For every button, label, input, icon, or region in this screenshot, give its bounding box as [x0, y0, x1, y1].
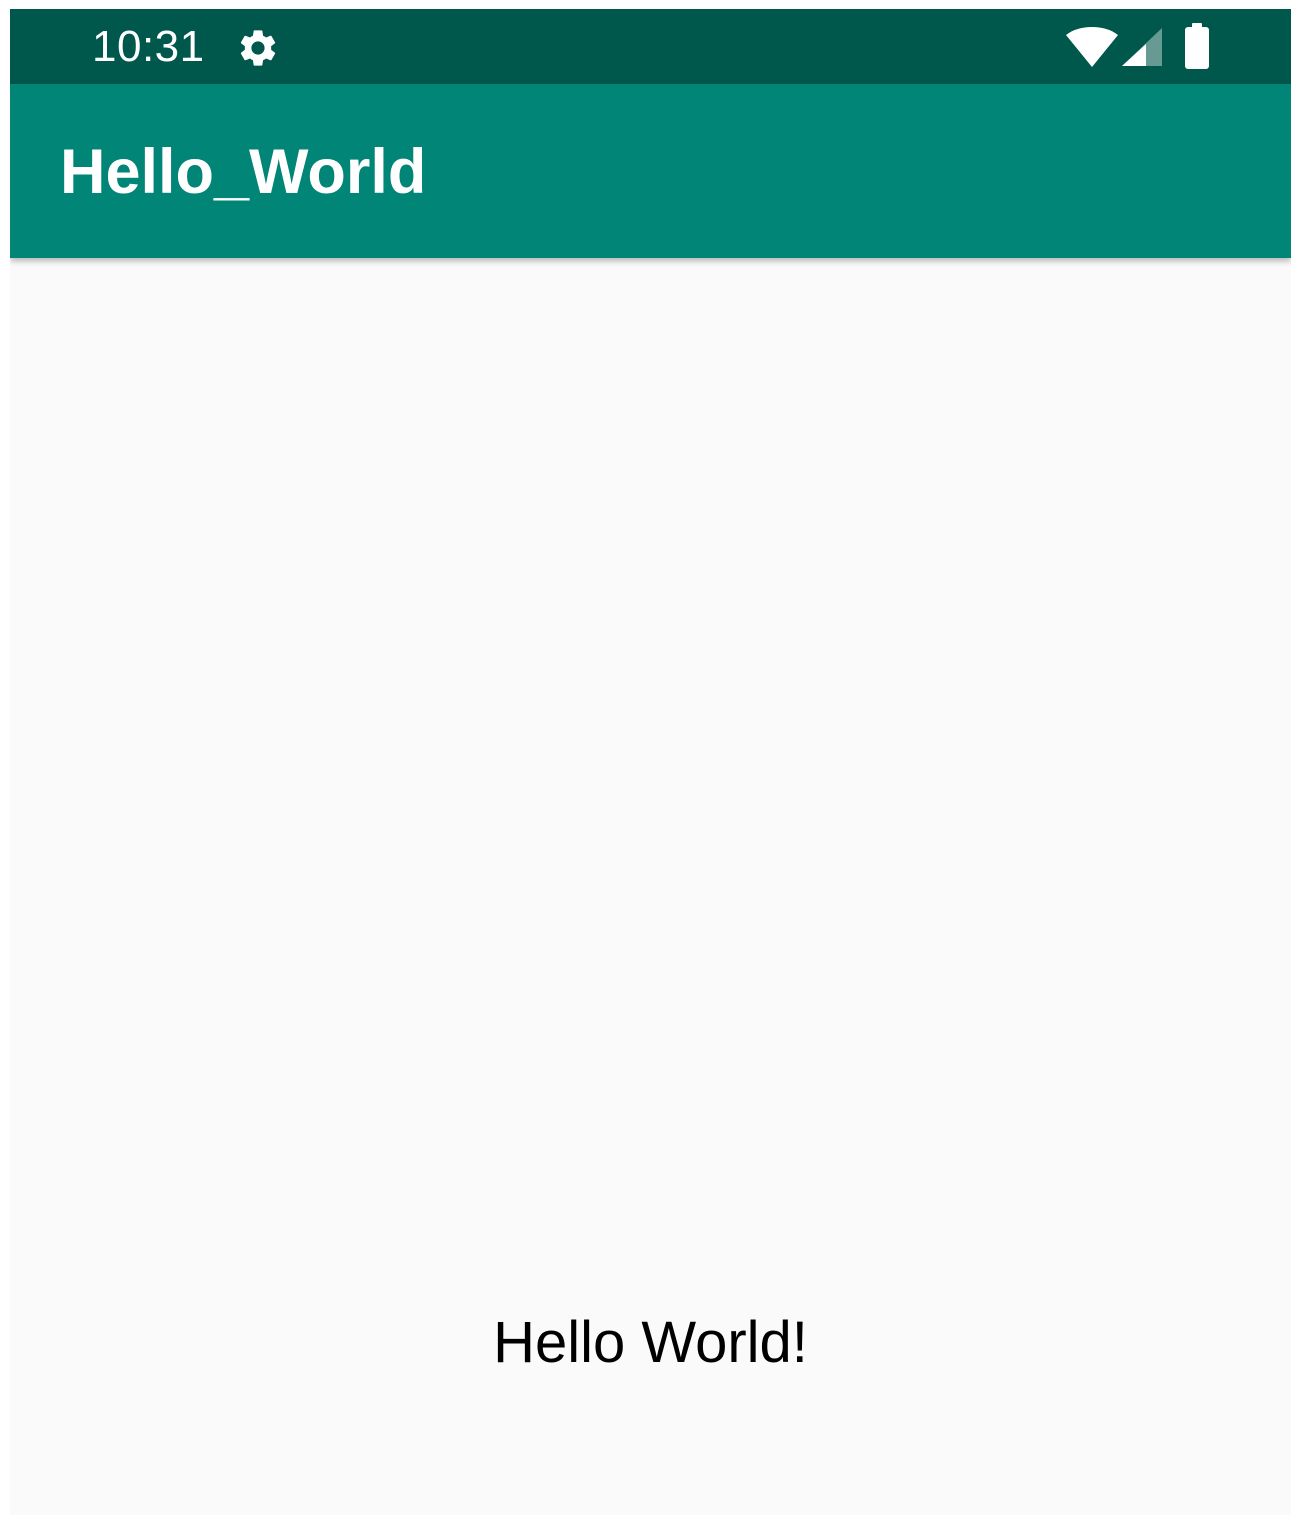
- battery-icon: [1184, 23, 1210, 69]
- gear-icon: [236, 26, 280, 70]
- status-bar: 10:31: [10, 9, 1291, 84]
- app-bar: Hello_World: [10, 84, 1291, 258]
- main-content: Hello World!: [10, 258, 1291, 1515]
- cell-signal-icon: [1122, 28, 1162, 66]
- status-time: 10:31: [92, 22, 205, 71]
- hello-world-text: Hello World!: [493, 1310, 808, 1375]
- device-screen: 10:31 Hello_World Hello World!: [10, 9, 1291, 1515]
- app-title: Hello_World: [60, 137, 427, 207]
- wifi-icon: [1066, 27, 1118, 67]
